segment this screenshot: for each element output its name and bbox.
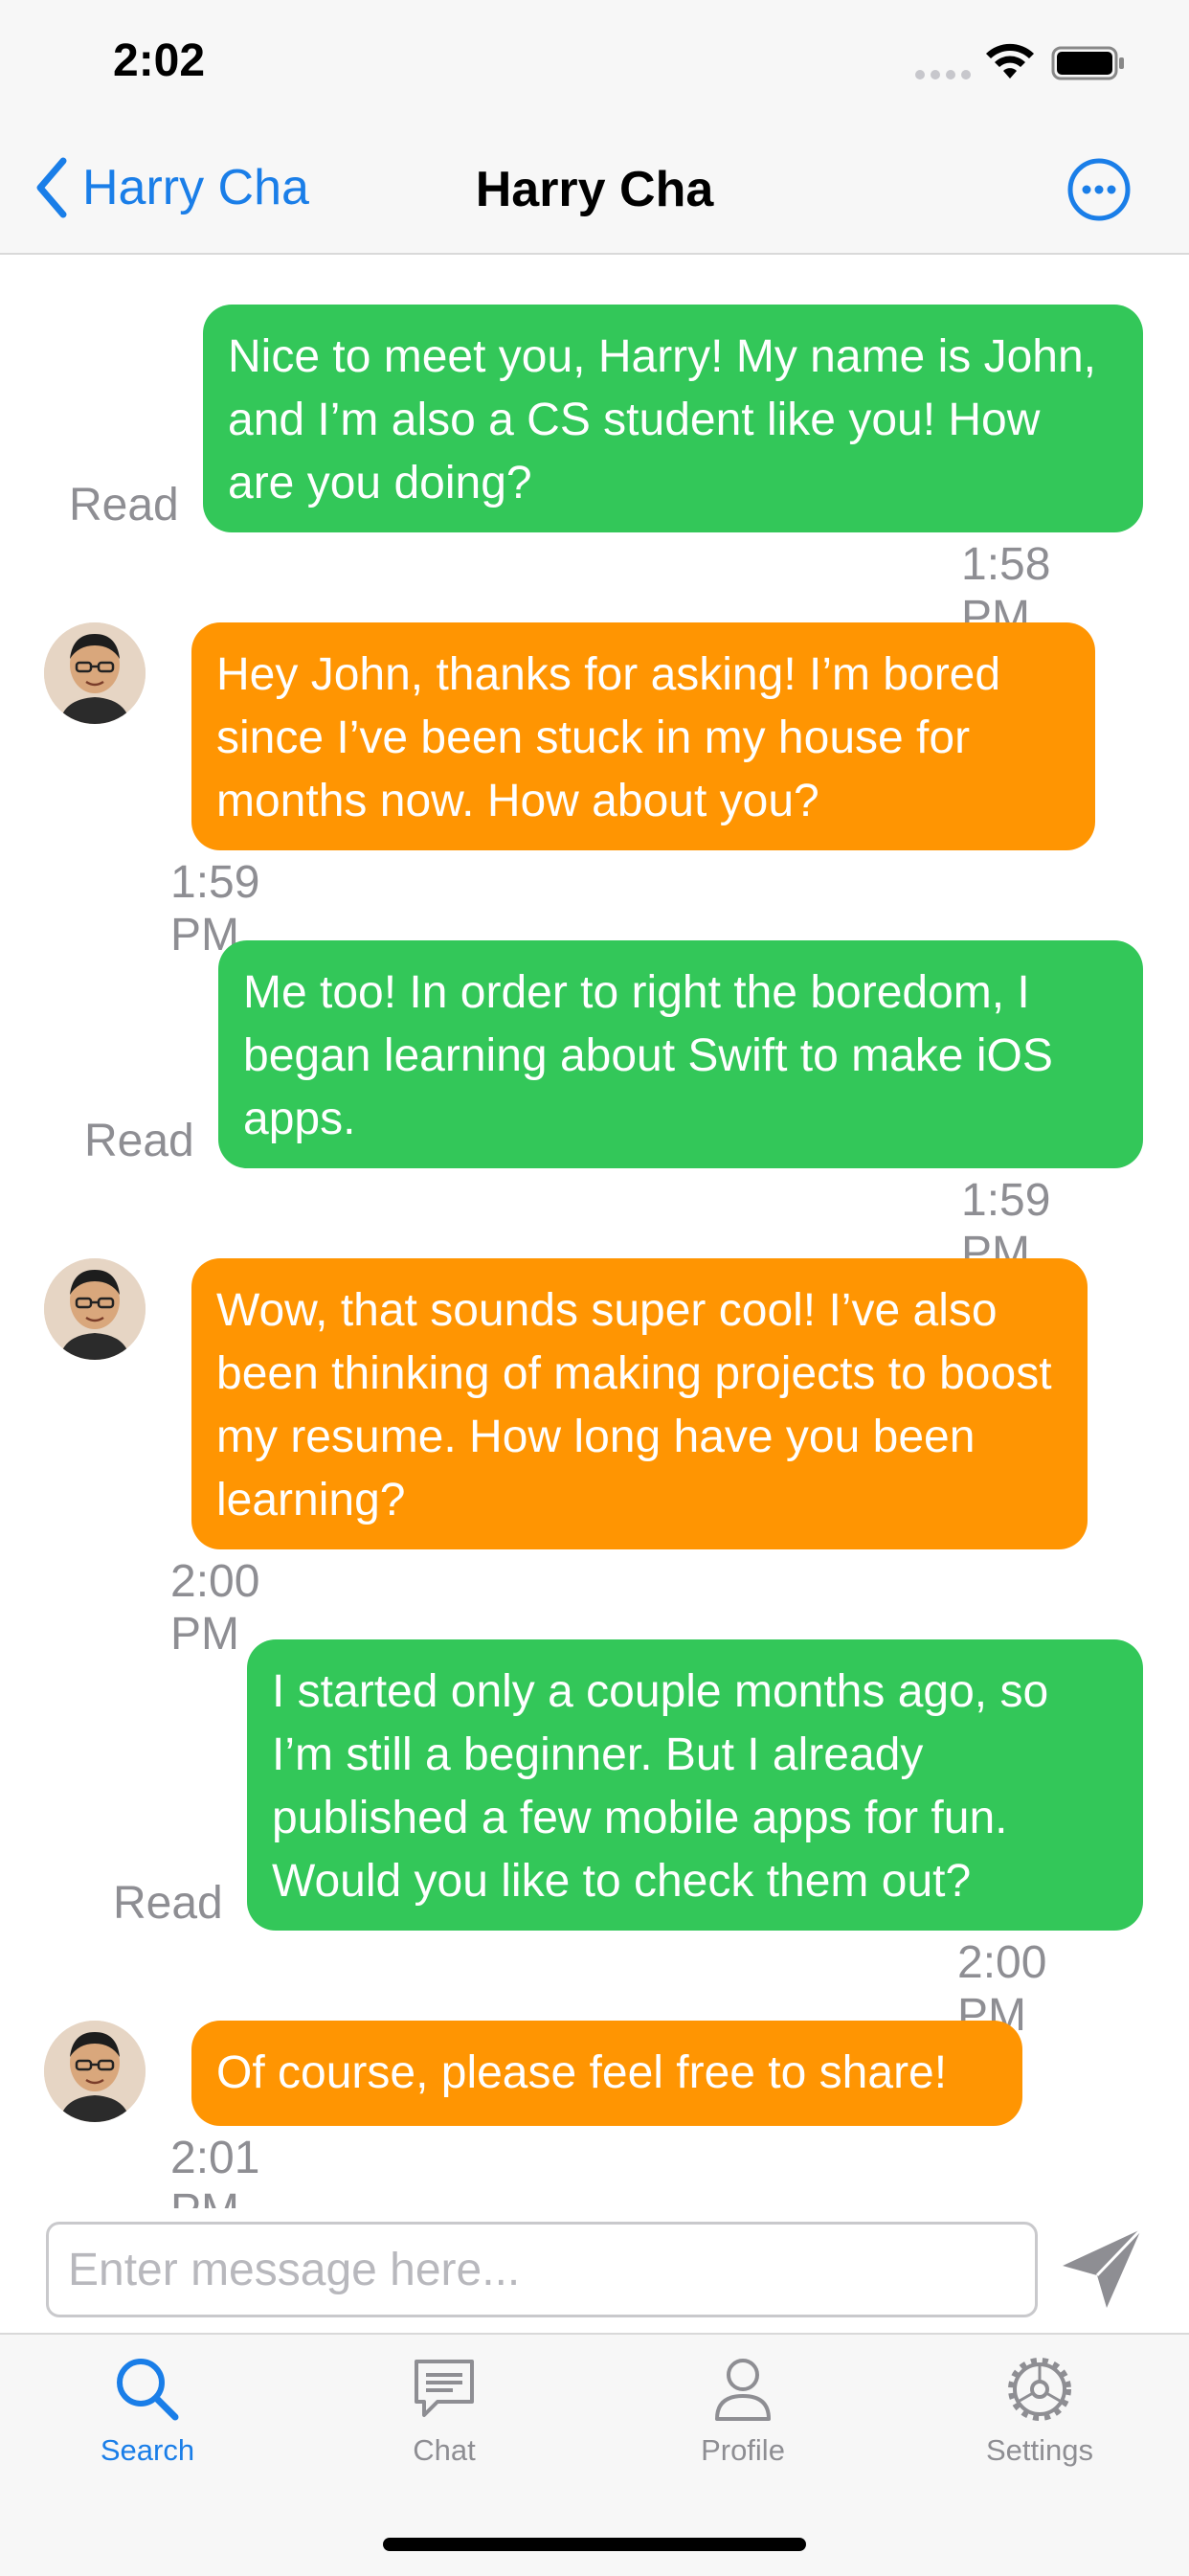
message-input[interactable] <box>46 2222 1038 2317</box>
profile-icon <box>715 2359 771 2421</box>
chevron-left-icon <box>36 157 67 218</box>
tab-label: Profile <box>701 2433 785 2467</box>
more-options-icon[interactable] <box>1066 157 1132 222</box>
tab-profile[interactable]: Profile <box>647 2354 839 2468</box>
message-list[interactable]: Read Nice to meet you, Harry! My name is… <box>0 255 1189 2236</box>
battery-icon <box>1051 46 1124 80</box>
tab-label: Settings <box>985 2433 1093 2467</box>
read-receipt: Read <box>84 1116 194 1166</box>
tab-label: Search <box>100 2433 195 2467</box>
avatar-photo <box>44 2021 146 2122</box>
message-composer <box>0 2208 1189 2333</box>
avatar-photo <box>44 1258 146 1360</box>
avatar[interactable] <box>44 2021 146 2122</box>
message-timestamp: 2:00 PM <box>170 1556 260 1660</box>
chat-icon <box>415 2360 474 2417</box>
tab-search[interactable]: Search <box>52 2354 243 2468</box>
message-bubble-received[interactable]: Wow, that sounds super cool! I’ve also b… <box>191 1258 1088 1549</box>
message-bubble-received[interactable]: Of course, please feel free to share! <box>191 2021 1022 2126</box>
cellular-signal-icon <box>915 67 976 84</box>
navigation-bar: Harry Cha Harry Cha <box>0 124 1189 255</box>
read-receipt: Read <box>69 480 179 531</box>
message-bubble-sent[interactable]: Nice to meet you, Harry! My name is John… <box>203 305 1143 532</box>
avatar[interactable] <box>44 622 146 724</box>
avatar[interactable] <box>44 1258 146 1360</box>
back-button[interactable]: Harry Cha <box>34 157 309 218</box>
back-button-label: Harry Cha <box>82 160 309 215</box>
status-bar: 2:02 <box>0 0 1189 124</box>
send-icon[interactable] <box>1057 2224 1147 2314</box>
home-indicator[interactable] <box>383 2538 806 2551</box>
message-bubble-received[interactable]: Hey John, thanks for asking! I’m bored s… <box>191 622 1095 850</box>
message-bubble-sent[interactable]: Me too! In order to right the boredom, I… <box>218 940 1143 1168</box>
read-receipt: Read <box>113 1878 223 1929</box>
wifi-icon <box>986 43 1034 79</box>
message-bubble-sent[interactable]: I started only a couple months ago, so I… <box>247 1639 1143 1931</box>
avatar-photo <box>44 622 146 724</box>
status-time: 2:02 <box>113 35 206 86</box>
tab-settings[interactable]: Settings <box>944 2354 1135 2468</box>
search-icon <box>117 2359 179 2421</box>
tab-label: Chat <box>413 2433 476 2467</box>
settings-icon <box>1008 2358 1071 2421</box>
tab-chat[interactable]: Chat <box>348 2354 540 2468</box>
